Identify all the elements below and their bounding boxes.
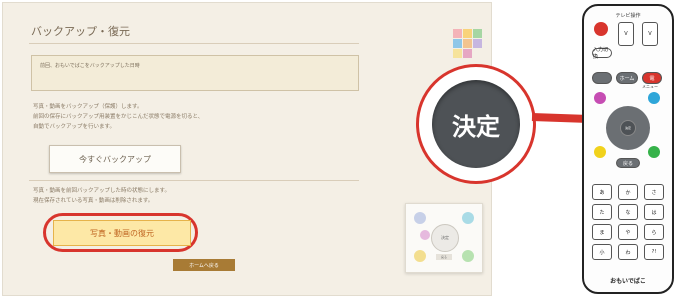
yellow-dot-icon bbox=[414, 250, 426, 262]
backup-description-line: 前回の保存にバックアップ用装置をかじこんだ状態で電源を切ると、 bbox=[33, 114, 204, 120]
key-wa[interactable]: わ bbox=[618, 244, 638, 260]
remote-enter-button[interactable]: 決定 bbox=[620, 120, 636, 136]
restore-description-line: 写真・動画を前回バックアップした時の状態にします。 bbox=[33, 188, 170, 194]
pad-mini-label: 戻る bbox=[436, 254, 452, 260]
key-ha[interactable]: は bbox=[644, 204, 664, 220]
blue-button[interactable] bbox=[648, 92, 660, 104]
channel-button[interactable]: V bbox=[642, 22, 658, 46]
power-mode-button[interactable]: 電 bbox=[642, 72, 662, 84]
remote-control: テレビ操作 V V 入力切換 ホーム 電 メニュー 決定 戻る あ か さ た … bbox=[582, 4, 674, 294]
home-button[interactable]: ホーム bbox=[616, 72, 638, 84]
backup-now-button[interactable]: 今すぐバックアップ bbox=[49, 145, 181, 173]
title-divider bbox=[29, 43, 359, 44]
green-button[interactable] bbox=[648, 146, 660, 158]
key-ma[interactable]: ま bbox=[592, 224, 612, 240]
power-icon[interactable] bbox=[594, 22, 608, 36]
key-ra[interactable]: ら bbox=[644, 224, 664, 240]
key-symbol[interactable]: ?! bbox=[644, 244, 664, 260]
cyan-dot-icon bbox=[462, 212, 474, 224]
back-button[interactable]: 戻る bbox=[616, 158, 640, 168]
input-switch-button[interactable]: 入力切換 bbox=[592, 47, 612, 60]
restore-button[interactable]: 写真・動画の復元 bbox=[53, 220, 191, 246]
key-ta[interactable]: た bbox=[592, 204, 612, 220]
back-to-home-button[interactable]: ホームへ戻る bbox=[173, 259, 235, 271]
pad-center: 決定 bbox=[431, 224, 459, 252]
page-title: バックアップ・復元 bbox=[31, 25, 130, 38]
zoom-enter-button: 決定 bbox=[432, 80, 520, 168]
key-sa[interactable]: さ bbox=[644, 184, 664, 200]
key-na[interactable]: な bbox=[618, 204, 638, 220]
key-small[interactable]: 小 bbox=[592, 244, 612, 260]
tv-screen: バックアップ・復元 前回、おもいでばこをバックアップした日時 写真・動画をバック… bbox=[2, 2, 492, 296]
volume-button[interactable]: V bbox=[618, 22, 634, 46]
remote-guide-pad: 決定 戻る bbox=[405, 203, 483, 273]
remote-tv-label: テレビ操作 bbox=[615, 13, 641, 19]
green-dot-icon bbox=[462, 250, 474, 262]
key-a[interactable]: あ bbox=[592, 184, 612, 200]
backup-description-line: 自動でバックアップを行います。 bbox=[33, 124, 115, 130]
backup-description-line: 写真・動画をバックアップ（保護）します。 bbox=[33, 104, 143, 110]
color-squares-icon bbox=[453, 29, 483, 59]
menu-label: メニュー bbox=[642, 84, 658, 89]
blue-dot-icon bbox=[414, 212, 426, 224]
yellow-button[interactable] bbox=[594, 146, 606, 158]
section-divider bbox=[29, 180, 359, 181]
remote-brand-label: おもいでばこ bbox=[610, 278, 646, 285]
key-ka[interactable]: か bbox=[618, 184, 638, 200]
pink-dot-icon bbox=[420, 230, 430, 240]
key-ya[interactable]: や bbox=[618, 224, 638, 240]
last-backup-info: 前回、おもいでばこをバックアップした日時 bbox=[31, 55, 359, 91]
dark-button[interactable] bbox=[592, 72, 612, 84]
restore-description-line: 現在保存されている写真・動画は削除されます。 bbox=[33, 198, 154, 204]
pink-button[interactable] bbox=[594, 92, 606, 104]
